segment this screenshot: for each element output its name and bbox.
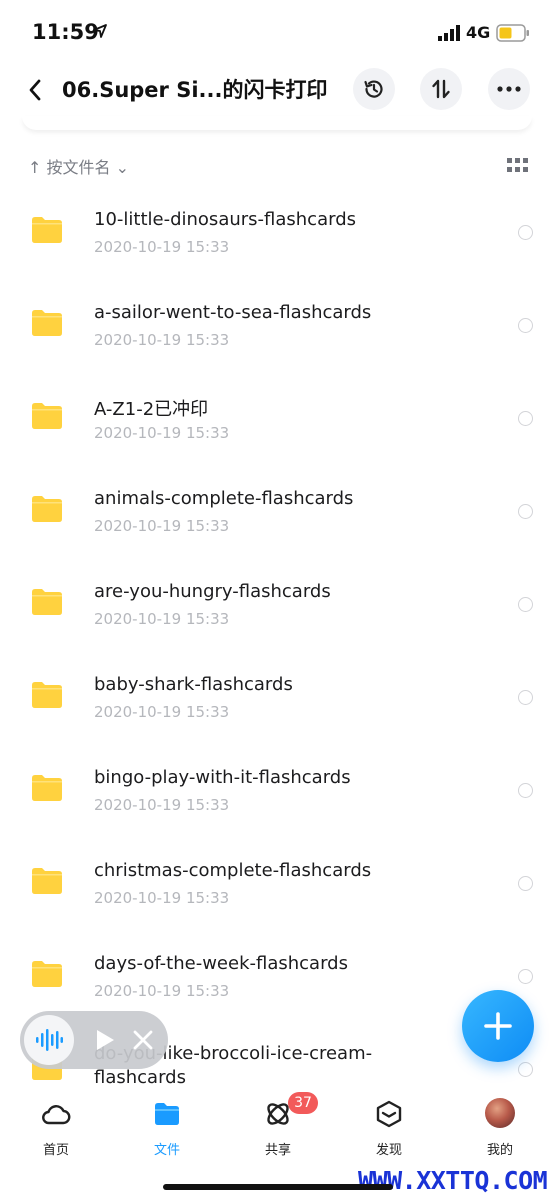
status-bar: 11:59 4G <box>0 0 555 60</box>
file-row[interactable]: are-you-hungry-flashcards 2020-10-19 15:3… <box>0 559 555 652</box>
folder-icon <box>32 217 62 243</box>
grid-view-icon[interactable] <box>507 158 528 173</box>
plus-icon <box>484 1012 512 1040</box>
file-name: baby-shark-flashcards <box>94 674 293 695</box>
discover-cube-icon <box>376 1100 402 1128</box>
history-button[interactable] <box>353 68 395 110</box>
folder-icon <box>32 868 62 894</box>
tab-home[interactable]: 首页 <box>16 1098 96 1158</box>
home-indicator <box>163 1184 393 1190</box>
voice-player <box>20 1011 168 1069</box>
more-button[interactable] <box>488 68 530 110</box>
file-name: a-sailor-went-to-sea-flashcards <box>94 302 372 323</box>
file-date: 2020-10-19 15:33 <box>94 982 230 1000</box>
sort-bar: ↑ 按文件名 ⌄ <box>0 150 555 182</box>
select-radio[interactable] <box>518 1062 533 1077</box>
file-date: 2020-10-19 15:33 <box>94 796 230 814</box>
file-name: christmas-complete-flashcards <box>94 860 372 881</box>
folder-icon <box>32 775 62 801</box>
file-name: A-Z1-2已冲印 <box>94 399 209 420</box>
file-name: animals-complete-flashcards <box>94 488 354 509</box>
file-row[interactable]: christmas-complete-flashcards 2020-10-19 … <box>0 838 555 931</box>
header: 06.Super Si...的闪卡打印 <box>0 62 555 118</box>
folder-icon <box>32 682 62 708</box>
voice-wave-button[interactable] <box>24 1015 74 1065</box>
file-row[interactable]: 10-little-dinosaurs-flashcards 2020-10-19… <box>0 187 555 280</box>
tab-home-label: 首页 <box>42 1143 69 1158</box>
file-name: days-of-the-week-flashcards <box>94 953 348 974</box>
folder-icon <box>32 403 62 429</box>
tab-share-label: 共享 <box>264 1143 291 1158</box>
file-row[interactable]: a-sailor-went-to-sea-flashcards 2020-10-1… <box>0 280 555 373</box>
tab-share[interactable]: 37 共享 <box>238 1092 318 1158</box>
play-icon[interactable] <box>94 1028 116 1052</box>
close-icon[interactable] <box>132 1029 154 1051</box>
sort-button[interactable] <box>420 68 462 110</box>
history-icon <box>364 80 383 98</box>
select-radio[interactable] <box>518 969 533 984</box>
sort-icon <box>432 79 450 99</box>
back-icon <box>29 79 41 101</box>
location-arrow-icon <box>93 24 107 38</box>
file-date: 2020-10-19 15:33 <box>94 889 230 907</box>
network-type: 4G <box>466 23 491 42</box>
select-radio[interactable] <box>518 411 533 426</box>
signal-icon <box>438 25 460 41</box>
file-row[interactable]: baby-shark-flashcards 2020-10-19 15:33 <box>0 652 555 745</box>
sort-by-name-toggle[interactable]: ↑ 按文件名 ⌄ <box>28 154 129 178</box>
more-icon <box>497 86 521 92</box>
sound-wave-icon <box>36 1029 63 1051</box>
tab-me[interactable]: 我的 <box>460 1098 540 1158</box>
file-date: 2020-10-19 15:33 <box>94 424 230 442</box>
file-date: 2020-10-19 15:33 <box>94 703 230 721</box>
tab-files-label: 文件 <box>153 1143 180 1158</box>
folder-icon <box>32 310 62 336</box>
watermark: WWW.XXTTQ.COM <box>358 1166 548 1195</box>
avatar <box>485 1098 515 1128</box>
select-radio[interactable] <box>518 318 533 333</box>
search-bar[interactable] <box>22 116 532 130</box>
file-date: 2020-10-19 15:33 <box>94 517 230 535</box>
back-button[interactable] <box>20 70 50 110</box>
page-title: 06.Super Si...的闪卡打印 <box>62 78 328 102</box>
file-name: bingo-play-with-it-flashcards <box>94 767 351 788</box>
tab-files[interactable]: 文件 <box>127 1098 207 1158</box>
select-radio[interactable] <box>518 597 533 612</box>
file-name: 10-little-dinosaurs-flashcards <box>94 209 356 230</box>
select-radio[interactable] <box>518 783 533 798</box>
share-badge: 37 <box>288 1092 318 1114</box>
folder-icon <box>32 496 62 522</box>
file-name: are-you-hungry-flashcards <box>94 581 331 602</box>
select-radio[interactable] <box>518 876 533 891</box>
file-date: 2020-10-19 15:33 <box>94 238 230 256</box>
tab-me-label: 我的 <box>486 1143 513 1158</box>
tab-discover-label: 发现 <box>375 1143 402 1158</box>
cloud-icon <box>42 1105 71 1125</box>
folder-icon <box>155 1103 179 1125</box>
status-time: 11:59 <box>32 20 99 44</box>
file-date: 2020-10-19 15:33 <box>94 331 230 349</box>
add-button[interactable] <box>462 990 534 1062</box>
file-row[interactable]: animals-complete-flashcards 2020-10-19 15… <box>0 466 555 559</box>
file-row[interactable]: A-Z1-2已冲印 2020-10-19 15:33 <box>0 373 555 466</box>
select-radio[interactable] <box>518 225 533 240</box>
select-radio[interactable] <box>518 690 533 705</box>
folder-icon <box>32 961 62 987</box>
select-radio[interactable] <box>518 504 533 519</box>
folder-icon <box>32 589 62 615</box>
file-row[interactable]: bingo-play-with-it-flashcards 2020-10-19 … <box>0 745 555 838</box>
tab-discover[interactable]: 发现 <box>349 1098 429 1158</box>
battery-icon <box>496 24 529 42</box>
file-date: 2020-10-19 15:33 <box>94 610 230 628</box>
